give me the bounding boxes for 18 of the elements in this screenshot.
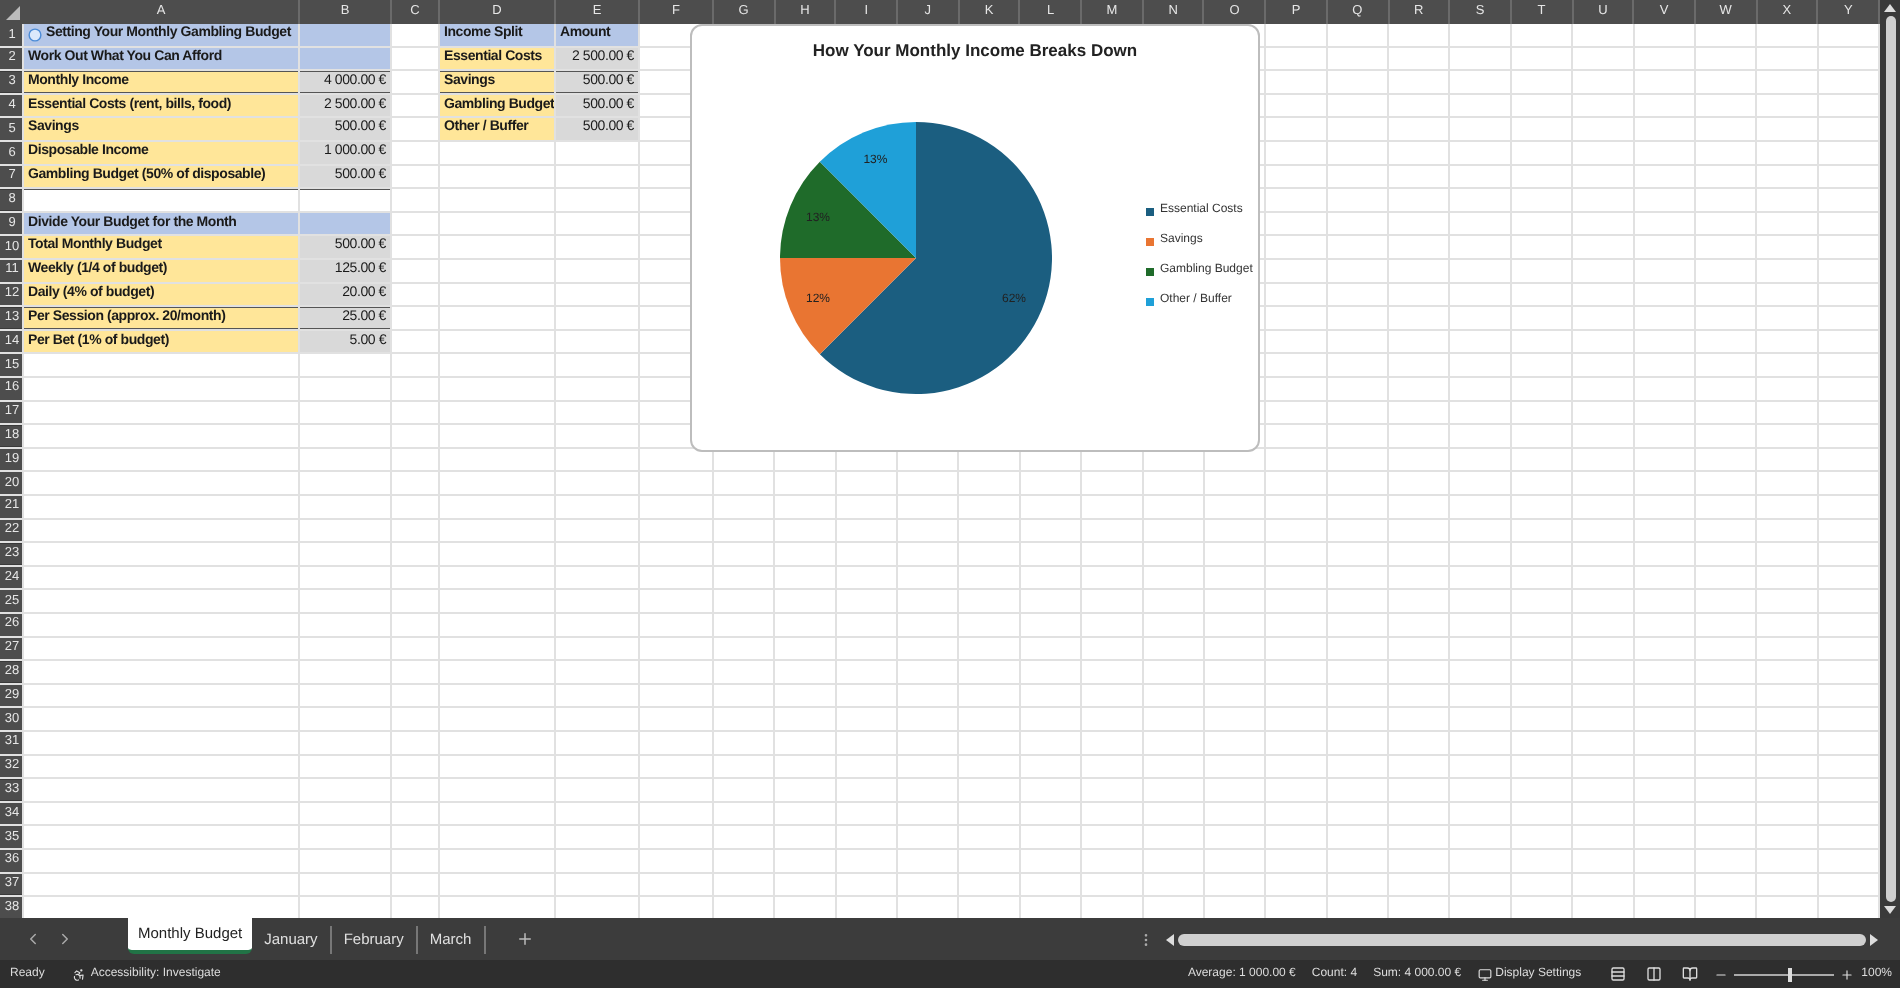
vertical-scrollbar[interactable] — [1880, 0, 1900, 918]
info-circle-icon — [28, 27, 42, 42]
header-cell — [300, 47, 392, 72]
header-cell — [300, 212, 392, 237]
page-break-view-button[interactable] — [1681, 966, 1698, 982]
chart-title: How Your Monthly Income Breaks Down — [812, 38, 1138, 64]
plus-icon — [1839, 967, 1854, 981]
accessibility-icon — [72, 967, 87, 981]
book-icon — [1681, 966, 1698, 982]
zoom-slider-thumb[interactable] — [1788, 967, 1793, 981]
page-layout-view-button[interactable] — [1645, 966, 1662, 982]
plus-icon — [516, 930, 535, 948]
monitor-icon — [1477, 967, 1492, 981]
horizontal-scrollbar[interactable] — [1165, 929, 1878, 949]
columns-icon — [1645, 966, 1662, 982]
zoom-in-button[interactable] — [1839, 967, 1854, 981]
rows-icon — [1609, 966, 1626, 982]
normal-view-button[interactable] — [1609, 966, 1626, 982]
